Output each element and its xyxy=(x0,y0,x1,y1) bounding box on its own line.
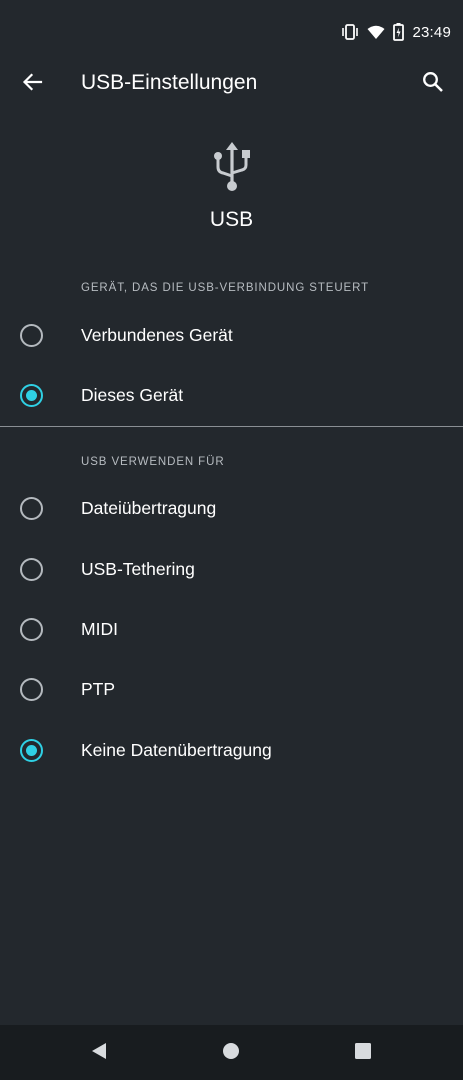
radio-button[interactable] xyxy=(20,324,43,347)
nav-back-icon xyxy=(90,1042,108,1065)
navigation-bar xyxy=(0,1025,463,1080)
option-label: Verbundenes Gerät xyxy=(81,325,233,345)
option-connected-device[interactable]: Verbundenes Gerät xyxy=(0,306,463,366)
option-label: Dateiübertragung xyxy=(81,498,217,518)
radio-button[interactable] xyxy=(20,618,43,641)
nav-home-button[interactable] xyxy=(217,1039,245,1067)
radio-button-selected[interactable] xyxy=(20,384,43,407)
status-icons: 23:49 xyxy=(341,20,451,44)
section-header-use-usb-for: USB VERWENDEN FÜR xyxy=(81,456,225,468)
option-label: MIDI xyxy=(81,619,118,639)
search-icon xyxy=(422,71,444,98)
page-title: USB-Einstellungen xyxy=(81,71,258,94)
option-ptp[interactable]: PTP xyxy=(0,660,463,720)
option-label: Dieses Gerät xyxy=(81,385,184,405)
battery-charging-icon xyxy=(393,23,405,41)
option-label: USB-Tethering xyxy=(81,559,195,579)
section-header-controlling-device: GERÄT, DAS DIE USB-VERBINDUNG STEUERT xyxy=(81,282,370,294)
option-usb-tethering[interactable]: USB-Tethering xyxy=(0,540,463,600)
option-this-device[interactable]: Dieses Gerät xyxy=(0,366,463,426)
radio-button[interactable] xyxy=(20,678,43,701)
option-no-data-transfer[interactable]: Keine Datenübertragung xyxy=(0,721,463,781)
option-label: Keine Datenübertragung xyxy=(81,740,272,760)
nav-recents-button[interactable] xyxy=(349,1039,377,1067)
nav-back-button[interactable] xyxy=(85,1039,113,1067)
radio-button[interactable] xyxy=(20,497,43,520)
divider xyxy=(0,426,463,427)
nav-recents-icon xyxy=(354,1042,372,1065)
option-label: PTP xyxy=(81,679,116,699)
radio-button-selected[interactable] xyxy=(20,739,43,762)
radio-button[interactable] xyxy=(20,558,43,581)
app-bar: USB-Einstellungen xyxy=(0,62,463,106)
usb-settings-screen: 23:49 USB-Einstellungen USB GERÄT, DAS D… xyxy=(0,0,463,1080)
usb-header: USB xyxy=(0,140,463,240)
usb-title: USB xyxy=(209,208,254,231)
option-midi[interactable]: MIDI xyxy=(0,600,463,660)
back-button[interactable] xyxy=(16,68,48,100)
option-file-transfer[interactable]: Dateiübertragung xyxy=(0,479,463,539)
nav-home-icon xyxy=(222,1042,240,1065)
usb-icon xyxy=(213,140,251,194)
arrow-back-icon xyxy=(21,71,43,98)
vibrate-icon xyxy=(341,24,359,40)
search-button[interactable] xyxy=(417,68,449,100)
status-bar: 23:49 xyxy=(0,0,463,62)
status-time: 23:49 xyxy=(412,23,451,41)
wifi-icon xyxy=(367,25,385,40)
